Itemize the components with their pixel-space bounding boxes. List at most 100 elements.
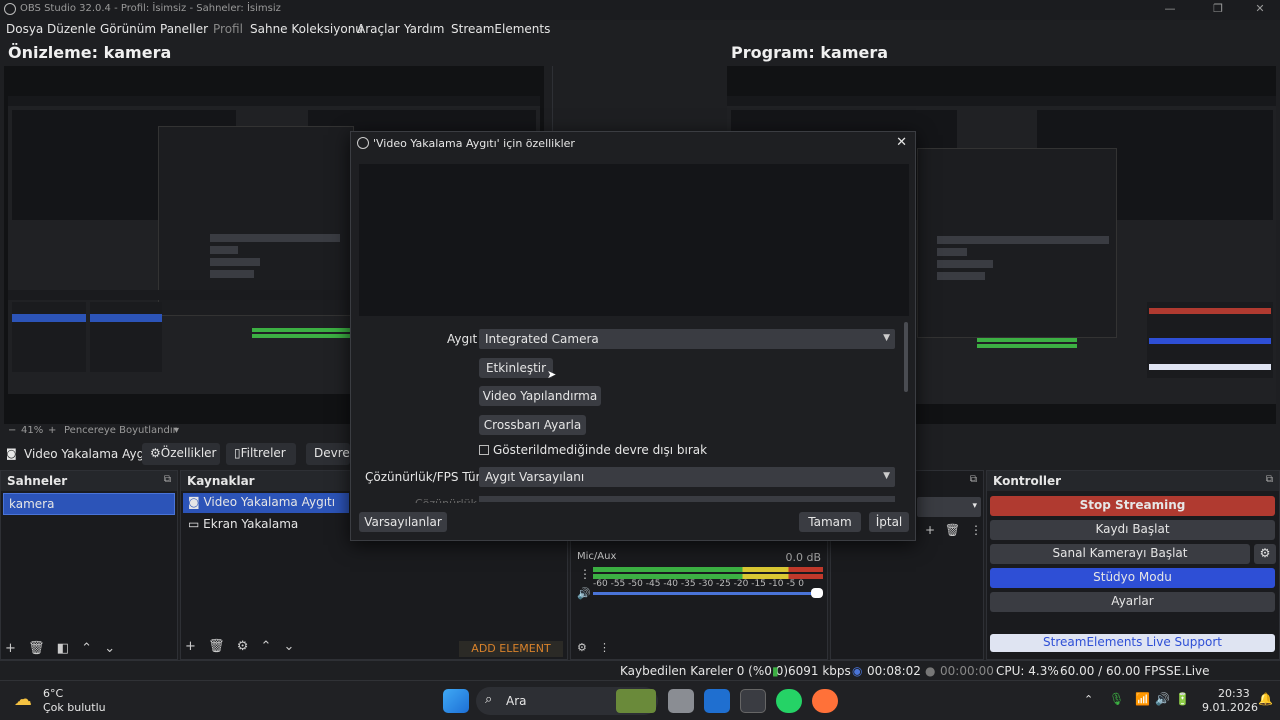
menu-sahne-koleksiyonu[interactable]: Sahne Koleksiyonu <box>250 22 363 36</box>
program-title: Program: kamera <box>731 43 889 62</box>
wifi-icon[interactable]: 📶 <box>1135 692 1150 706</box>
windows-start-icon[interactable] <box>443 689 469 713</box>
filters-button[interactable]: ▯Filtreler <box>226 443 296 465</box>
chevron-down-icon: ▾ <box>972 501 977 511</box>
support-button[interactable]: StreamElements Live Support <box>990 634 1275 652</box>
properties-button[interactable]: ⚙Özellikler <box>142 443 220 465</box>
dock-float-icon[interactable]: ⧉ <box>164 474 171 485</box>
task-view-icon[interactable] <box>668 689 694 713</box>
whatsapp-icon[interactable] <box>776 689 802 713</box>
weather-icon[interactable]: ☁ <box>14 689 32 710</box>
menu-dosya[interactable]: Dosya <box>6 22 43 36</box>
clock-date: 9.01.2026 <box>1202 701 1258 714</box>
menu-bar: Dosya Düzenle Görünüm Paneller Profil Sa… <box>0 20 1280 40</box>
scene-list-controls: + 🗑 ◧ ⌃ ⌄ <box>5 641 115 656</box>
maximize-icon[interactable]: ❐ <box>1198 2 1238 15</box>
next-field-select[interactable] <box>479 496 895 502</box>
menu-streamelements[interactable]: StreamElements <box>451 22 550 36</box>
menu-gorunum[interactable]: Görünüm <box>100 22 156 36</box>
gear-icon[interactable]: ⚙ <box>1254 544 1276 564</box>
mixer-more-icon[interactable]: ⋮ <box>599 641 610 654</box>
menu-profil[interactable]: Profil <box>213 22 243 36</box>
cpu-usage: CPU: 4.3% <box>996 664 1059 678</box>
source-item[interactable]: ◙ Video Yakalama Aygıtı <box>183 493 349 513</box>
settings-button[interactable]: Ayarlar <box>990 592 1275 612</box>
scene-item[interactable]: kamera <box>3 493 175 515</box>
search-box[interactable]: ⌕ Ara <box>476 687 658 715</box>
gear-icon[interactable]: ⚙ <box>237 639 249 654</box>
add-icon[interactable]: + <box>925 523 935 537</box>
battery-icon[interactable]: 🔋 <box>1175 692 1190 706</box>
activate-button[interactable]: Etkinleştir <box>479 358 553 378</box>
volume-slider[interactable] <box>593 592 821 595</box>
deactivate-button[interactable]: Devre <box>306 443 350 465</box>
menu-duzenle[interactable]: Düzenle <box>47 22 96 36</box>
add-source-icon[interactable]: + <box>185 639 196 654</box>
add-element-button[interactable]: ADD ELEMENT <box>459 641 563 657</box>
transition-select[interactable]: ▾ <box>917 497 981 517</box>
close-icon[interactable]: ✕ <box>896 135 907 150</box>
menu-paneller[interactable]: Paneller <box>160 22 208 36</box>
monitor-icon: ▭ <box>188 517 200 531</box>
move-down-icon[interactable]: ⌄ <box>284 639 295 654</box>
speaker-icon[interactable]: 🔊 <box>577 587 591 600</box>
dock-float-icon[interactable]: ⧉ <box>970 474 977 485</box>
window-title: OBS Studio 32.0.4 - Profil: İsimsiz - Sa… <box>20 3 281 14</box>
mouse-cursor-icon: ➤ <box>547 368 557 381</box>
gear-icon: ⚙ <box>150 446 161 460</box>
next-field-label: Çözünürlük <box>415 497 477 503</box>
defaults-button[interactable]: Varsayılanlar <box>359 512 447 532</box>
ok-button[interactable]: Tamam <box>799 512 861 532</box>
mixer-channel-name: Mic/Aux <box>577 551 617 562</box>
chevron-down-icon[interactable]: ▾ <box>174 425 179 436</box>
scrollbar-thumb[interactable] <box>904 322 908 392</box>
move-up-icon[interactable]: ⌃ <box>81 641 92 656</box>
source-list-controls: + 🗑 ⚙ ⌃ ⌄ <box>185 639 294 654</box>
add-scene-icon[interactable]: + <box>5 641 16 656</box>
outlook-icon[interactable] <box>704 689 730 713</box>
taskbar: ☁ 6°C Çok bulutlu ⌕ Ara ⌃ 🎙 📶 🔊 🔋 20:33 … <box>0 680 1280 720</box>
controls-title: Kontroller <box>987 471 1279 491</box>
virtual-camera-button[interactable]: Sanal Kamerayı Başlat <box>990 544 1250 564</box>
stop-streaming-button[interactable]: Stop Streaming <box>990 496 1275 516</box>
remove-scene-icon[interactable]: 🗑 <box>28 641 45 656</box>
remove-source-icon[interactable]: 🗑 <box>208 639 225 654</box>
device-select[interactable]: Integrated Camera ▼ <box>479 329 895 349</box>
crossbar-button[interactable]: Crossbarı Ayarla <box>479 415 586 435</box>
dialog-title: 'Video Yakalama Aygıtı' için özellikler <box>373 137 575 150</box>
cancel-button[interactable]: İptal <box>869 512 909 532</box>
volume-icon[interactable]: 🔊 <box>1155 692 1170 706</box>
chevron-up-icon[interactable]: ⌃ <box>1084 693 1093 706</box>
start-recording-button[interactable]: Kaydı Başlat <box>990 520 1275 540</box>
mixer-settings-icon[interactable]: ⚙ <box>577 641 587 654</box>
resize-to-window-label[interactable]: Pencereye Boyutlandır <box>64 425 177 436</box>
deactivate-hidden-checkbox[interactable] <box>479 445 489 455</box>
meter-ticks: -60 -55 -50 -45 -40 -35 -30 -25 -20 -15 … <box>593 579 804 589</box>
microphone-icon[interactable]: 🎙 <box>1109 692 1124 706</box>
menu-yardim[interactable]: Yardım <box>404 22 444 36</box>
resolution-select[interactable]: Aygıt Varsayılanı ▼ <box>479 467 895 487</box>
more-icon[interactable]: ⋮ <box>970 523 982 537</box>
firefox-icon[interactable] <box>812 689 838 713</box>
filter-icon: ▯ <box>234 446 241 460</box>
menu-araclar[interactable]: Araçlar <box>357 22 400 36</box>
source-item[interactable]: ▭ Ekran Yakalama <box>183 515 349 535</box>
network-icon: ▮ <box>772 664 779 678</box>
transition-controls: + 🗑 ⋮ <box>925 523 982 537</box>
scene-filters-icon[interactable]: ◧ <box>57 641 69 656</box>
volume-slider-handle[interactable] <box>811 588 823 598</box>
move-up-icon[interactable]: ⌃ <box>261 639 272 654</box>
move-down-icon[interactable]: ⌄ <box>104 641 115 656</box>
dropped-frames: Kaybedilen Kareler 0 (%0.0) <box>620 664 789 678</box>
close-window-icon[interactable]: ✕ <box>1240 2 1280 15</box>
zoom-in-button[interactable]: + <box>48 425 56 436</box>
mixer-menu-icon[interactable]: ⋮ <box>579 567 591 581</box>
studio-mode-button[interactable]: Stüdyo Modu <box>990 568 1275 588</box>
dock-float-icon[interactable]: ⧉ <box>1266 474 1273 485</box>
obs-taskbar-icon[interactable] <box>740 689 766 713</box>
notification-bell-icon[interactable]: 🔔 <box>1258 692 1273 706</box>
video-config-button[interactable]: Video Yapılandırma <box>479 386 601 406</box>
minimize-icon[interactable]: — <box>1150 2 1190 15</box>
trash-icon[interactable]: 🗑 <box>945 523 960 537</box>
zoom-out-button[interactable]: − <box>8 425 16 436</box>
